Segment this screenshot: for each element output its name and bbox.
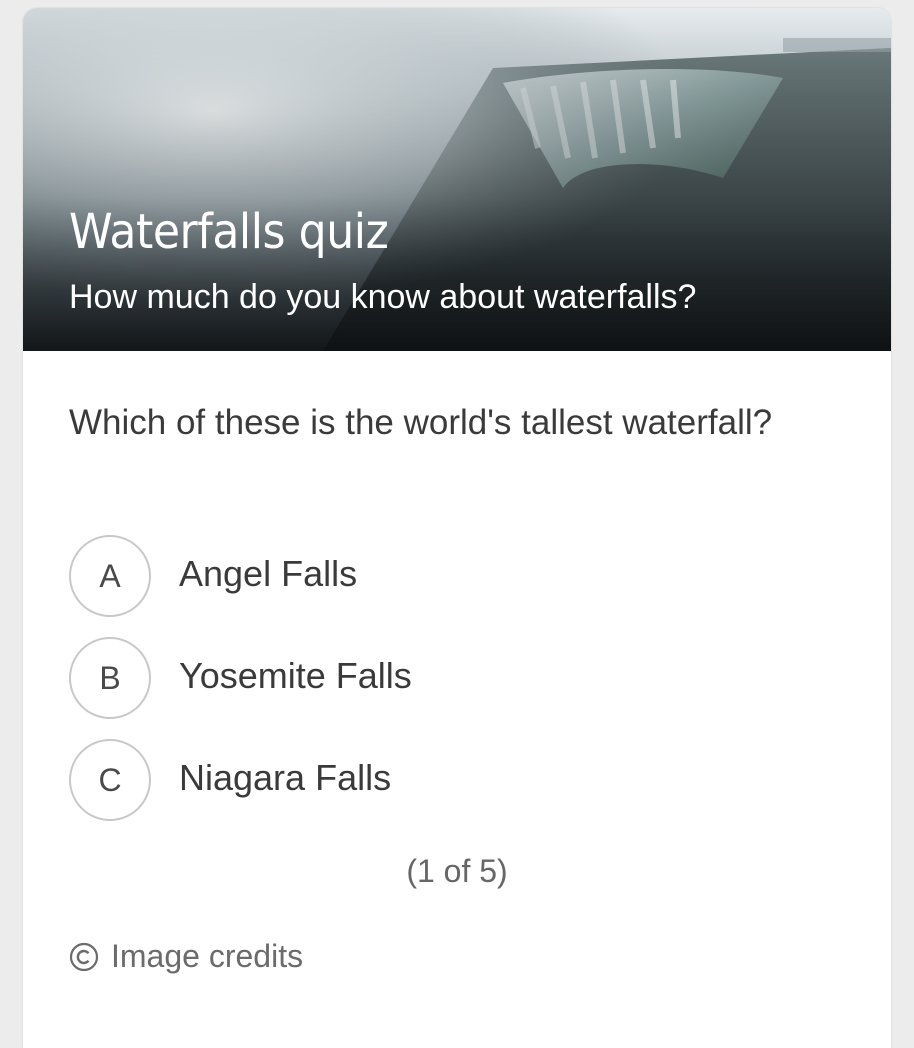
option-c[interactable]: C Niagara Falls [69, 739, 669, 821]
option-label: Yosemite Falls [179, 655, 412, 696]
option-letter-badge: A [69, 535, 151, 617]
image-credits-label: Image credits [111, 938, 304, 974]
image-credits-link[interactable]: Image credits [69, 938, 303, 975]
question-text: Which of these is the world's tallest wa… [69, 403, 773, 442]
option-label: Niagara Falls [179, 757, 392, 798]
question-progress: (1 of 5) [406, 853, 508, 889]
quiz-subtitle: How much do you know about waterfalls? [69, 278, 697, 316]
copyright-icon [69, 942, 99, 971]
hero-image: Waterfalls quiz How much do you know abo… [23, 8, 891, 351]
option-b[interactable]: B Yosemite Falls [69, 637, 669, 719]
option-letter-badge: C [69, 739, 151, 821]
quiz-card: Waterfalls quiz How much do you know abo… [23, 8, 891, 1048]
quiz-title: Waterfalls quiz [69, 204, 389, 260]
option-a[interactable]: A Angel Falls [69, 535, 669, 617]
option-letter-badge: B [69, 637, 151, 719]
option-label: Angel Falls [179, 553, 358, 594]
